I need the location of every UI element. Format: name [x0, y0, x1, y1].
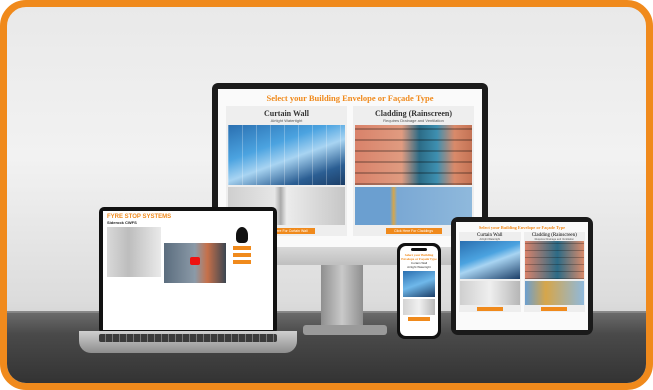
tablet-cladding-detail: [524, 281, 584, 305]
cladding-button[interactable]: Click Here For Claddings: [385, 228, 442, 234]
tablet-cladding-button[interactable]: [541, 307, 568, 311]
laptop-sidebar: [229, 227, 255, 283]
curtain-wall-subtitle: Airtight Watertight: [270, 118, 303, 123]
mockup-frame: Select your Building Envelope or Façade …: [0, 0, 653, 390]
sidebar-button-3[interactable]: [233, 260, 251, 264]
laptop-brand-logo[interactable]: FYRE STOP SYSTEMS: [103, 211, 273, 220]
laptop-keyboard: [99, 334, 277, 342]
curtain-wall-title: Curtain Wall: [264, 109, 309, 118]
tablet-screen: Select your Building Envelope or Façade …: [456, 222, 588, 330]
cladding-image[interactable]: [355, 125, 472, 185]
cladding-title: Cladding (Rainscreen): [375, 109, 452, 118]
tablet-column-curtain-wall: Curtain Wall Airtight Watertight: [459, 232, 521, 312]
tablet-curtain-wall-button[interactable]: [476, 307, 503, 311]
tablet: Select your Building Envelope or Façade …: [451, 217, 593, 335]
phone: Select your Building Envelope or Façade …: [397, 243, 441, 339]
tablet-cladding-image[interactable]: [524, 241, 584, 279]
monitor-stand: [321, 265, 363, 329]
curtain-wall-image[interactable]: [228, 125, 345, 185]
sidebar-button-2[interactable]: [233, 253, 251, 257]
tablet-column-cladding: Cladding (Rainscreen) Requires Drainage …: [523, 232, 585, 312]
phone-button[interactable]: [408, 317, 430, 321]
play-icon[interactable]: [190, 257, 200, 265]
phone-curtain-wall-image[interactable]: [403, 271, 435, 297]
tablet-curtain-wall-detail: [460, 281, 520, 305]
monitor-heading: Select your Building Envelope or Façade …: [266, 93, 434, 103]
phone-detail-image: [403, 299, 435, 315]
cladding-subtitle: Requires Drainage and Ventilation: [383, 118, 444, 123]
laptop-screen: FYRE STOP SYSTEMS Siderock CWFS: [103, 211, 273, 330]
laptop: FYRE STOP SYSTEMS Siderock CWFS: [99, 207, 277, 334]
laptop-content: [103, 225, 273, 285]
product-photo[interactable]: [107, 227, 161, 277]
flame-logo-icon: [236, 227, 248, 243]
monitor-foot: [303, 325, 387, 335]
sidebar-button-1[interactable]: [233, 246, 251, 250]
phone-heading: Select your Building Envelope or Façade …: [401, 253, 437, 261]
phone-screen: Select your Building Envelope or Façade …: [400, 246, 438, 336]
phone-notch: [411, 248, 427, 251]
phone-column-subtitle: Airtight Watertight: [407, 265, 431, 269]
tablet-columns: Curtain Wall Airtight Watertight Claddin…: [456, 230, 588, 314]
tablet-curtain-wall-image[interactable]: [460, 241, 520, 279]
product-video[interactable]: [164, 243, 226, 283]
